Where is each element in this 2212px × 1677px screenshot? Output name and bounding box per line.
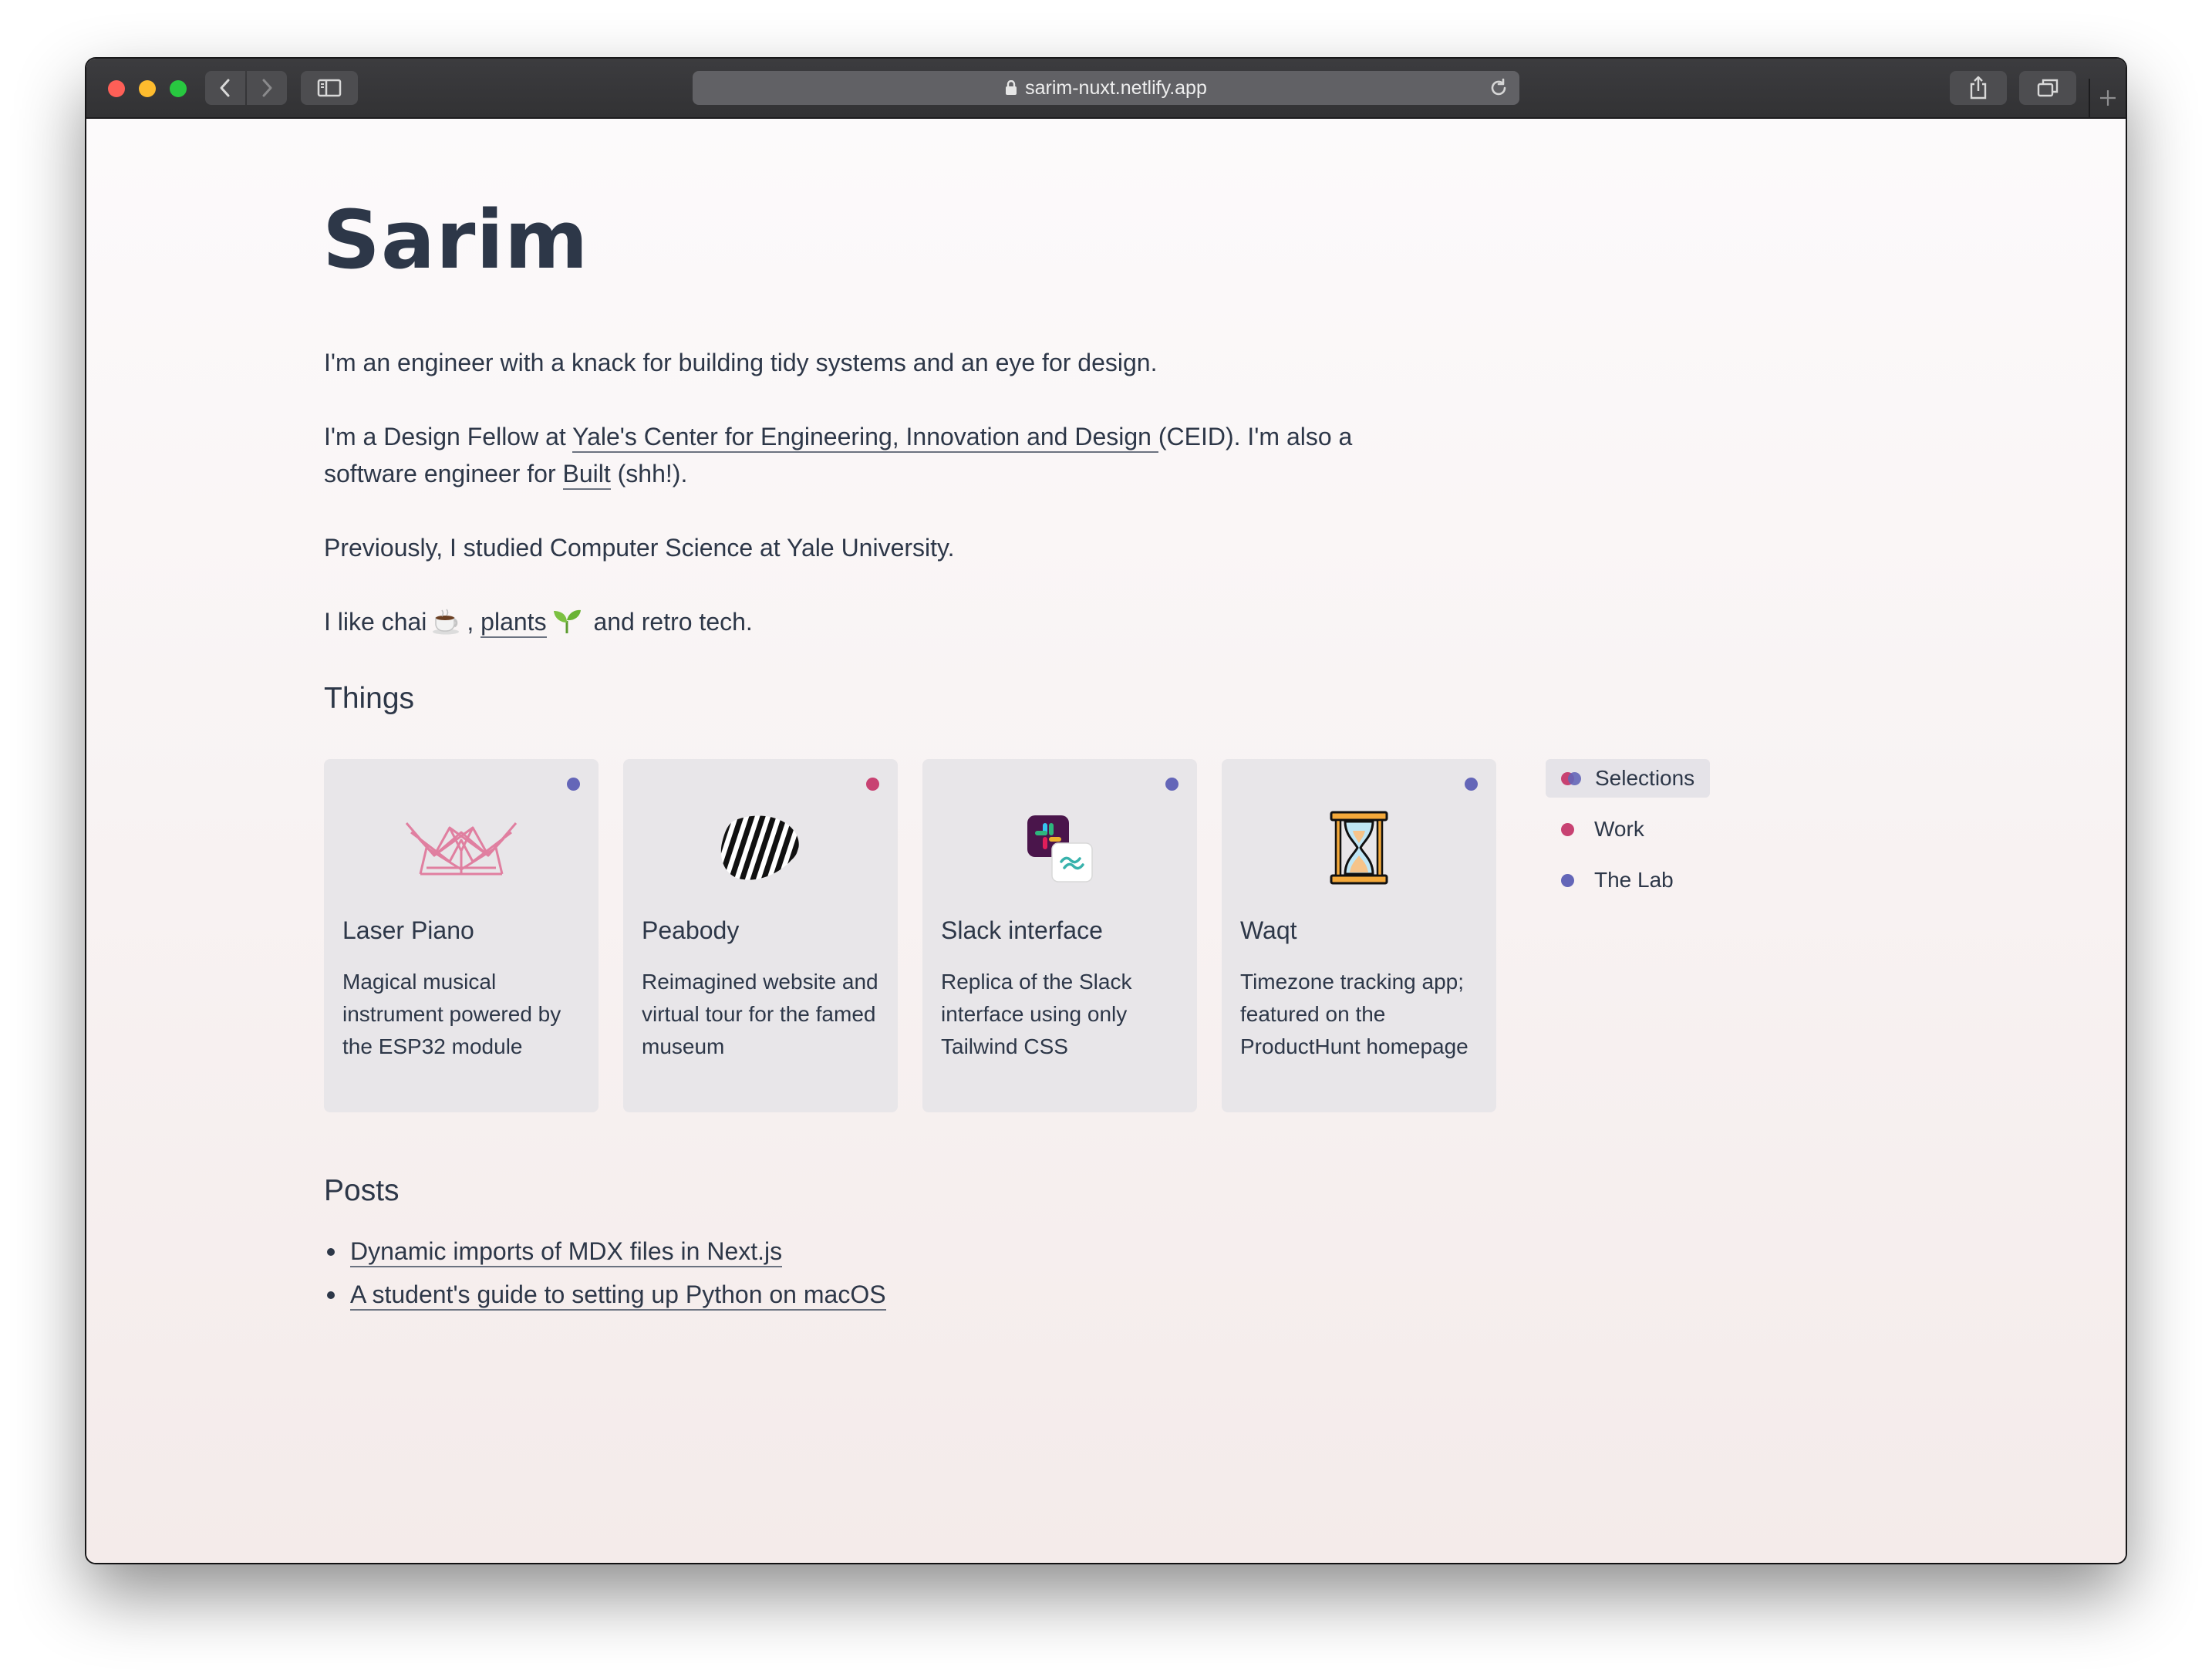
intro-text: and retro tech. <box>586 608 753 636</box>
tab-overview-button[interactable] <box>2019 71 2076 105</box>
address-bar[interactable]: sarim-nuxt.netlify.app <box>693 71 1519 105</box>
striped-shell-icon <box>623 805 898 890</box>
card-waqt[interactable]: Waqt Timezone tracking app; featured on … <box>1222 759 1496 1112</box>
share-button[interactable] <box>1950 71 2007 105</box>
category-dot <box>866 778 879 791</box>
chai-cup-icon <box>431 608 462 645</box>
intro-paragraph-3: Previously, I studied Computer Science a… <box>324 534 955 562</box>
lab-dot-icon <box>1561 873 1574 887</box>
crown-lattice-icon <box>324 805 599 890</box>
card-description: Reimagined website and virtual tour for … <box>642 970 878 1058</box>
seedling-icon <box>551 607 582 645</box>
posts-list: Dynamic imports of MDX files in Next.js … <box>324 1230 886 1316</box>
intro-text: (shh!). <box>610 460 688 488</box>
category-dot <box>1165 778 1178 791</box>
hourglass-icon <box>1222 805 1496 890</box>
category-dot <box>567 778 580 791</box>
address-url: sarim-nuxt.netlify.app <box>1025 76 1207 99</box>
chevron-left-icon <box>220 79 230 97</box>
selections-dot-icon <box>1561 771 1581 785</box>
card-title: Slack interface <box>941 916 1103 944</box>
filter-work[interactable]: Work <box>1546 810 1660 849</box>
intro-paragraph-4: I like chai, plants and retro tech. <box>324 603 1404 645</box>
zoom-window-button[interactable] <box>170 80 187 97</box>
plants-link[interactable]: plants <box>481 608 547 638</box>
filter-label: Work <box>1594 817 1644 841</box>
intro-text: I'm a Design Fellow at <box>324 423 573 450</box>
card-title: Peabody <box>642 916 740 944</box>
card-description: Timezone tracking app; featured on the P… <box>1240 970 1468 1058</box>
browser-toolbar: sarim-nuxt.netlify.app <box>86 59 2126 119</box>
built-link[interactable]: Built <box>562 460 611 490</box>
intro-text: , <box>467 608 481 636</box>
intro-section: I'm an engineer with a knack for buildin… <box>324 344 1404 682</box>
card-title: Waqt <box>1240 916 1297 944</box>
card-description: Replica of the Slack interface using onl… <box>941 970 1132 1058</box>
page-content: Sarim I'm an engineer with a knack for b… <box>86 119 2126 1563</box>
back-button[interactable] <box>205 71 245 105</box>
intro-paragraph-1: I'm an engineer with a knack for buildin… <box>324 349 1158 376</box>
reload-icon[interactable] <box>1489 77 1509 104</box>
browser-window: sarim-nuxt.netlify.app Sarim I'm an engi… <box>86 59 2126 1563</box>
site-title: Sarim <box>322 193 589 287</box>
tabs-icon <box>2037 79 2059 97</box>
card-title: Laser Piano <box>342 916 474 944</box>
post-link[interactable]: Dynamic imports of MDX files in Next.js <box>350 1237 783 1267</box>
card-peabody[interactable]: Peabody Reimagined website and virtual t… <box>623 759 898 1112</box>
intro-text: I like chai <box>324 608 427 636</box>
filter-label: Selections <box>1595 766 1695 790</box>
close-window-button[interactable] <box>108 80 125 97</box>
category-dot <box>1465 778 1478 791</box>
list-item: Dynamic imports of MDX files in Next.js <box>324 1230 886 1273</box>
slack-tailwind-icon <box>922 805 1197 890</box>
lock-icon <box>1005 80 1017 96</box>
ceid-link[interactable]: Yale's Center for Engineering, Innovatio… <box>572 423 1158 453</box>
card-description: Magical musical instrument powered by th… <box>342 970 561 1058</box>
post-link[interactable]: A student's guide to setting up Python o… <box>350 1281 886 1311</box>
intro-paragraph-2: I'm a Design Fellow at Yale's Center for… <box>324 418 1404 492</box>
card-slack-interface[interactable]: Slack interface Replica of the Slack int… <box>922 759 1197 1112</box>
list-item: A student's guide to setting up Python o… <box>324 1273 886 1316</box>
sidebar-icon <box>317 79 342 97</box>
things-heading: Things <box>324 682 415 715</box>
plus-icon <box>2100 90 2116 106</box>
chevron-right-icon <box>262 79 272 97</box>
sidebar-toggle-button[interactable] <box>301 71 358 105</box>
filter-label: The Lab <box>1594 868 1674 892</box>
share-icon <box>1970 76 1987 100</box>
forward-button[interactable] <box>247 71 287 105</box>
posts-heading: Posts <box>324 1174 400 1207</box>
filter-the-lab[interactable]: The Lab <box>1546 861 1689 899</box>
card-laser-piano[interactable]: Laser Piano Magical musical instrument p… <box>324 759 599 1112</box>
new-tab-button[interactable] <box>2089 79 2126 117</box>
work-dot-icon <box>1561 822 1574 836</box>
filter-selections[interactable]: Selections <box>1546 759 1711 798</box>
minimize-window-button[interactable] <box>139 80 156 97</box>
